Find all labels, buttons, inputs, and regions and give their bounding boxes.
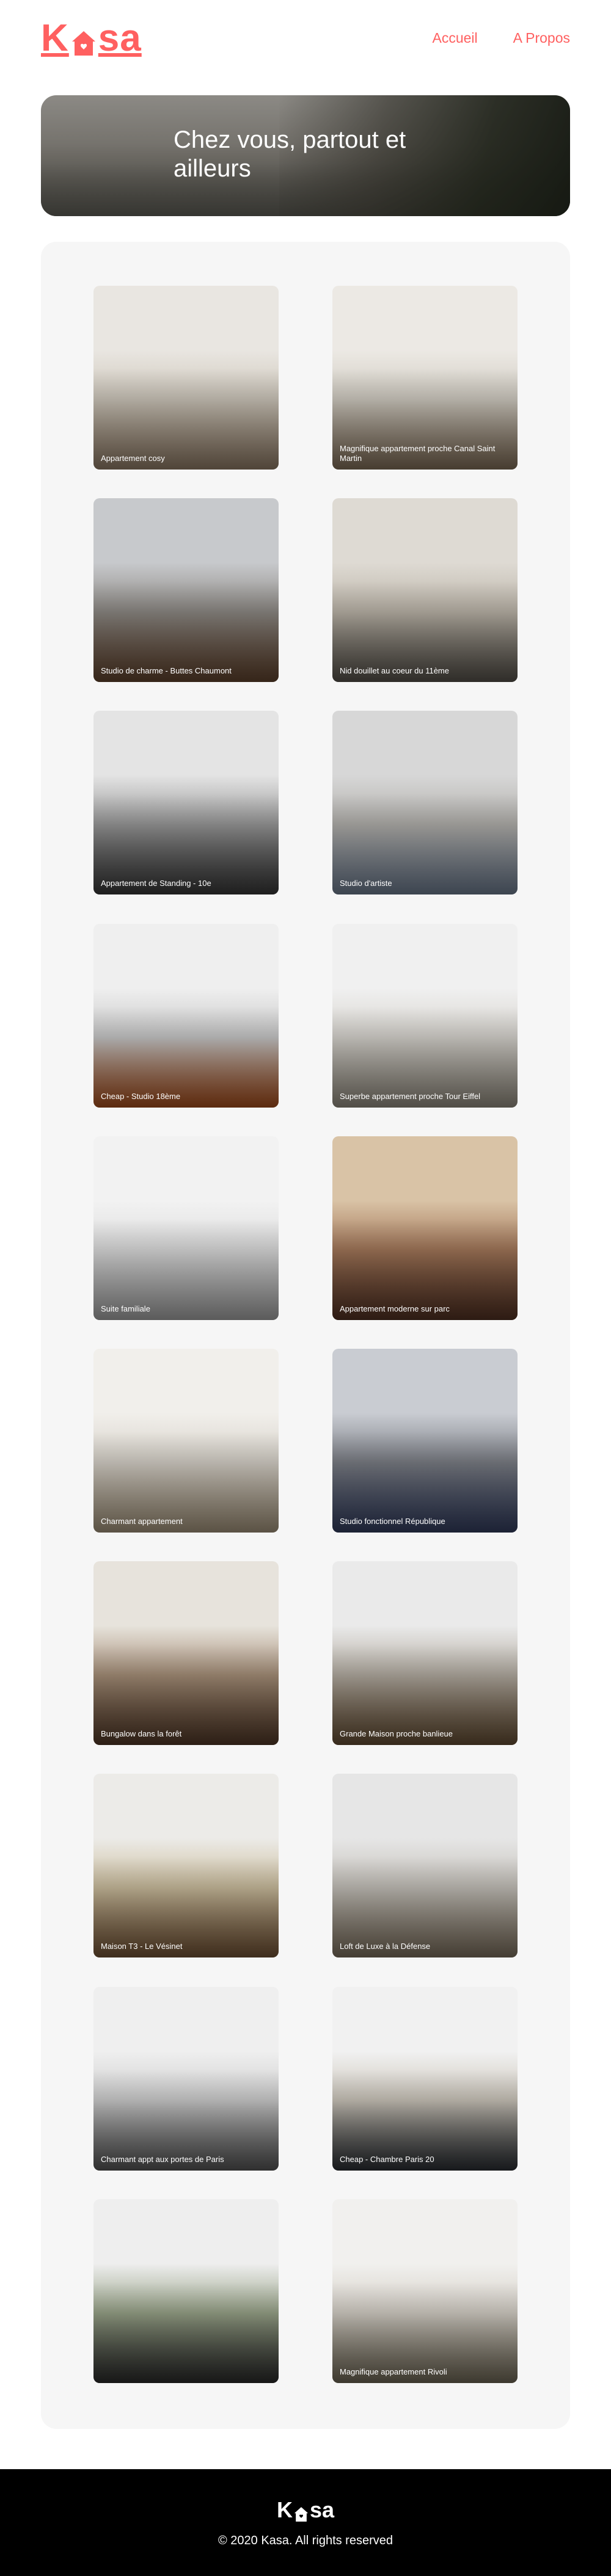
listing-photo-gradient bbox=[93, 923, 279, 1108]
listing-title: Grande Maison proche banlieue bbox=[340, 1729, 453, 1739]
nav-link-accueil[interactable]: Accueil bbox=[433, 30, 478, 46]
listing-card[interactable]: Charmant appartement bbox=[93, 1348, 279, 1533]
listing-photo-gradient bbox=[332, 1136, 518, 1320]
listing-title: Magnifique appartement Rivoli bbox=[340, 2367, 447, 2376]
listing-card[interactable]: Magnifique appartement proche Canal Sain… bbox=[332, 286, 518, 470]
listing-card[interactable]: Grande Maison proche banlieue bbox=[332, 1561, 518, 1746]
footer-logo: K sa bbox=[277, 2497, 334, 2523]
logo-letter-k: K bbox=[41, 16, 69, 59]
listing-photo-gradient bbox=[93, 2199, 279, 2383]
listing-photo-gradient bbox=[332, 711, 518, 895]
listing-title: Loft de Luxe à la Défense bbox=[340, 1942, 431, 1951]
listing-title: Studio d'artiste bbox=[340, 879, 392, 888]
listing-card[interactable]: Superbe appartement proche Tour Eiffel bbox=[332, 923, 518, 1108]
listing-title: Appartement de Standing - 10e bbox=[101, 879, 211, 888]
footer-logo-letter-k: K bbox=[276, 2497, 293, 2522]
listing-card[interactable] bbox=[93, 2199, 279, 2383]
listing-title: Studio fonctionnel République bbox=[340, 1516, 445, 1526]
kasa-logo[interactable]: K sa bbox=[41, 16, 142, 59]
listing-card[interactable]: Loft de Luxe à la Défense bbox=[332, 1774, 518, 1958]
listing-title: Cheap - Chambre Paris 20 bbox=[340, 2154, 434, 2164]
listing-title: Appartement cosy bbox=[101, 454, 165, 463]
listing-photo-gradient bbox=[93, 1348, 279, 1533]
listing-photo-gradient bbox=[93, 1561, 279, 1746]
listing-title: Cheap - Studio 18ème bbox=[101, 1091, 181, 1101]
listing-photo-gradient bbox=[332, 1561, 518, 1746]
listing-card[interactable]: Magnifique appartement Rivoli bbox=[332, 2199, 518, 2383]
footer-house-icon bbox=[293, 2503, 309, 2522]
listing-card[interactable]: Charmant appt aux portes de Paris bbox=[93, 1986, 279, 2171]
listing-title: Charmant appartement bbox=[101, 1516, 183, 1526]
listing-photo-gradient bbox=[332, 1348, 518, 1533]
listing-card[interactable]: Appartement moderne sur parc bbox=[332, 1136, 518, 1320]
listing-title: Suite familiale bbox=[101, 1304, 150, 1313]
logo-letters-sa: sa bbox=[98, 16, 142, 59]
listing-card[interactable]: Appartement cosy bbox=[93, 286, 279, 470]
listing-card[interactable]: Maison T3 - Le Vésinet bbox=[93, 1774, 279, 1958]
listing-card[interactable]: Cheap - Studio 18ème bbox=[93, 923, 279, 1108]
listing-photo-gradient bbox=[93, 1136, 279, 1320]
listing-title: Studio de charme - Buttes Chaumont bbox=[101, 666, 232, 676]
listing-photo-gradient bbox=[93, 711, 279, 895]
listing-title: Superbe appartement proche Tour Eiffel bbox=[340, 1091, 481, 1101]
listing-title: Maison T3 - Le Vésinet bbox=[101, 1942, 183, 1951]
listing-card[interactable]: Studio d'artiste bbox=[332, 711, 518, 895]
hero-banner: Chez vous, partout et ailleurs bbox=[41, 95, 570, 216]
listings-gallery: Appartement cosy Magnifique appartement p… bbox=[41, 242, 570, 2429]
listing-card[interactable]: Nid douillet au coeur du 11ème bbox=[332, 498, 518, 683]
listing-photo-gradient bbox=[332, 1774, 518, 1958]
house-icon bbox=[70, 26, 97, 56]
listing-photo-gradient bbox=[93, 1774, 279, 1958]
listing-card[interactable]: Studio fonctionnel République bbox=[332, 1348, 518, 1533]
listing-card[interactable]: Studio de charme - Buttes Chaumont bbox=[93, 498, 279, 683]
nav-link-a-propos[interactable]: A Propos bbox=[513, 30, 570, 46]
listing-photo-gradient bbox=[93, 1986, 279, 2171]
hero-title: Chez vous, partout et ailleurs bbox=[174, 126, 406, 182]
listing-title: Charmant appt aux portes de Paris bbox=[101, 2154, 224, 2164]
listing-card[interactable]: Suite familiale bbox=[93, 1136, 279, 1320]
listing-photo-gradient bbox=[93, 286, 279, 470]
listing-photo-gradient bbox=[332, 923, 518, 1108]
listing-card[interactable]: Appartement de Standing - 10e bbox=[93, 711, 279, 895]
footer-logo-letters-sa: sa bbox=[309, 2497, 335, 2522]
listing-photo-gradient bbox=[332, 286, 518, 470]
footer-copyright: © 2020 Kasa. All rights reserved bbox=[218, 2534, 393, 2547]
listing-title: Bungalow dans la forêt bbox=[101, 1729, 182, 1739]
listing-photo-gradient bbox=[332, 1986, 518, 2171]
listing-photo-gradient bbox=[93, 498, 279, 683]
listing-title: Appartement moderne sur parc bbox=[340, 1304, 450, 1313]
listing-card[interactable]: Bungalow dans la forêt bbox=[93, 1561, 279, 1746]
site-footer: K sa © 2020 Kasa. All rights reserved bbox=[0, 2469, 611, 2576]
listing-photo-gradient bbox=[332, 498, 518, 683]
listing-card[interactable]: Cheap - Chambre Paris 20 bbox=[332, 1986, 518, 2171]
main-nav: Accueil A Propos bbox=[433, 30, 571, 46]
listing-photo-gradient bbox=[332, 2199, 518, 2383]
listing-title: Nid douillet au coeur du 11ème bbox=[340, 666, 449, 676]
site-header: K sa Accueil A Propos bbox=[0, 0, 611, 76]
listing-title: Magnifique appartement proche Canal Sain… bbox=[340, 444, 496, 463]
